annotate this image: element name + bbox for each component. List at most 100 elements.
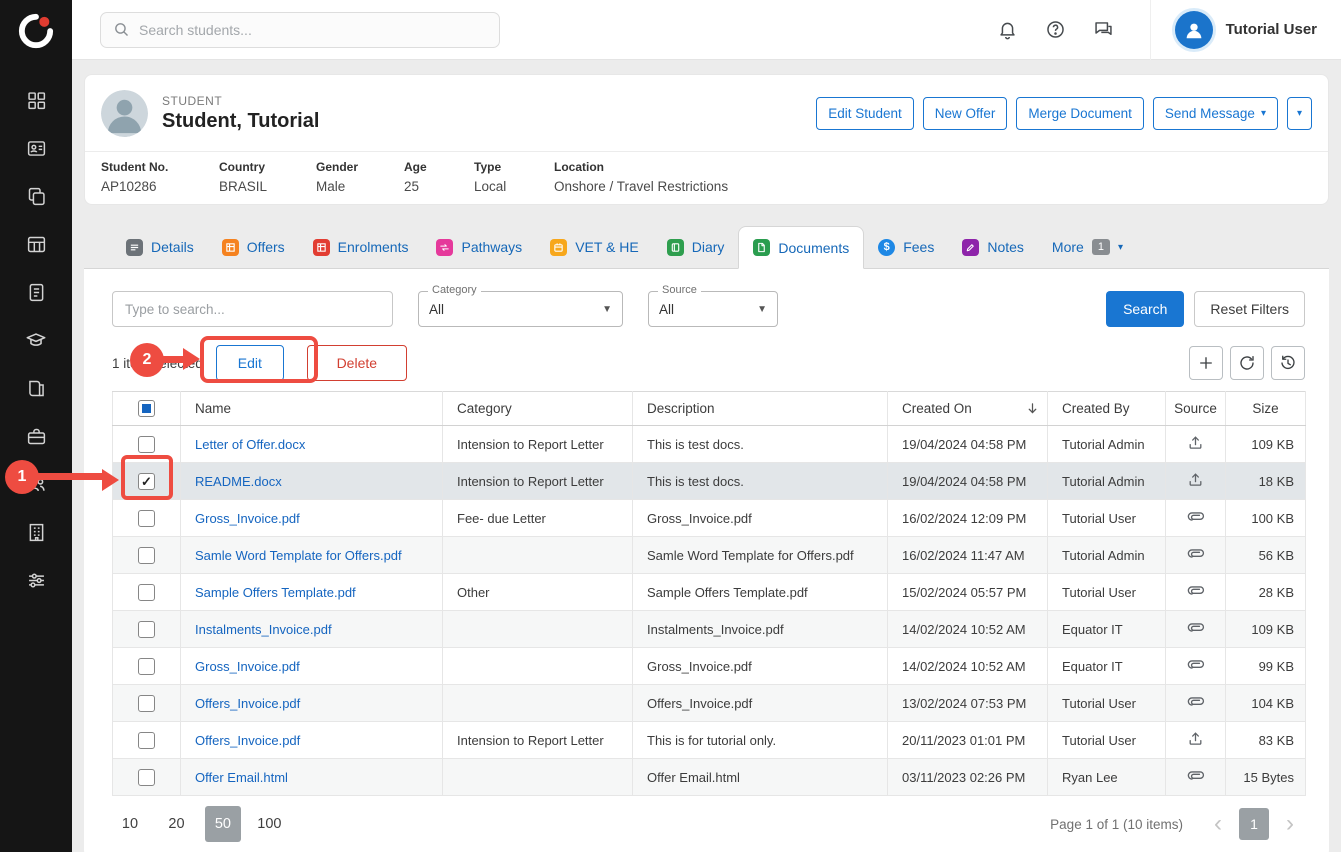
help-button[interactable] [1036, 10, 1076, 50]
cell-category [443, 685, 633, 722]
more-tab-badge: 1 [1092, 239, 1110, 255]
tab-fees[interactable]: $Fees [864, 226, 948, 268]
tab-pathways[interactable]: Pathways [422, 226, 536, 268]
cell-created-by: Equator IT [1048, 648, 1166, 685]
next-page-button[interactable]: › [1275, 808, 1305, 840]
current-page-button[interactable]: 1 [1239, 808, 1269, 840]
cell-category [443, 648, 633, 685]
column-header-created-by[interactable]: Created By [1048, 392, 1166, 426]
send-message-button[interactable]: Send Message▾ [1153, 97, 1278, 130]
refresh-button[interactable] [1230, 346, 1264, 380]
document-link[interactable]: Samle Word Template for Offers.pdf [195, 548, 402, 563]
column-header-name[interactable]: Name [181, 392, 443, 426]
cell-size: 56 KB [1226, 537, 1306, 574]
delete-button[interactable]: Delete [307, 345, 407, 381]
document-link[interactable]: Gross_Invoice.pdf [195, 659, 300, 674]
table-row: Offers_Invoice.pdfOffers_Invoice.pdf13/0… [113, 685, 1306, 722]
document-link[interactable]: README.docx [195, 474, 282, 489]
category-filter-select[interactable]: Category All ▼ [418, 291, 623, 327]
cell-category: Intension to Report Letter [443, 426, 633, 463]
history-button[interactable] [1271, 346, 1305, 380]
attachment-icon [1186, 773, 1205, 788]
row-checkbox[interactable] [138, 732, 155, 749]
previous-page-button[interactable]: ‹ [1203, 808, 1233, 840]
sort-desc-icon[interactable] [1025, 401, 1040, 419]
row-checkbox[interactable] [138, 547, 155, 564]
document-link[interactable]: Sample Offers Template.pdf [195, 585, 356, 600]
row-checkbox[interactable] [138, 695, 155, 712]
page-size-10[interactable]: 10 [112, 806, 148, 842]
dashboard-icon[interactable] [12, 76, 60, 124]
tab-details[interactable]: Details [112, 226, 208, 268]
tab-enrolments[interactable]: Enrolments [299, 226, 423, 268]
enrolments-icon [313, 239, 330, 256]
services-icon[interactable] [12, 412, 60, 460]
table-row: Offers_Invoice.pdfIntension to Report Le… [113, 722, 1306, 759]
plus-icon [1197, 354, 1215, 372]
document-link[interactable]: Letter of Offer.docx [195, 437, 305, 452]
app-logo[interactable] [13, 8, 59, 54]
column-header-created-on[interactable]: Created On [888, 392, 1048, 426]
horizontal-scrollbar[interactable] [0, 852, 1341, 865]
edit-student-button[interactable]: Edit Student [816, 97, 914, 130]
copy-documents-icon[interactable] [12, 172, 60, 220]
agents-icon[interactable] [12, 460, 60, 508]
global-search-input[interactable] [139, 22, 487, 38]
document-link[interactable]: Offer Email.html [195, 770, 288, 785]
tab-documents[interactable]: Documents [738, 226, 864, 269]
messages-button[interactable] [1084, 10, 1124, 50]
courses-icon[interactable] [12, 316, 60, 364]
documents-search-input[interactable] [112, 291, 393, 327]
row-checkbox[interactable] [138, 510, 155, 527]
cell-created-by: Tutorial User [1048, 500, 1166, 537]
column-header-description[interactable]: Description [633, 392, 888, 426]
tab-more[interactable]: More1▾ [1038, 226, 1137, 268]
column-header-source[interactable]: Source [1166, 392, 1226, 426]
source-filter-select[interactable]: Source All ▼ [648, 291, 778, 327]
cell-size: 99 KB [1226, 648, 1306, 685]
tab-notes[interactable]: Notes [948, 226, 1038, 268]
row-checkbox[interactable] [138, 621, 155, 638]
tab-diary[interactable]: Diary [653, 226, 739, 268]
document-link[interactable]: Offers_Invoice.pdf [195, 733, 300, 748]
reset-filters-button[interactable]: Reset Filters [1194, 291, 1305, 327]
user-menu[interactable]: Tutorial User [1150, 0, 1325, 60]
more-actions-button[interactable]: ▾ [1287, 97, 1312, 130]
column-header-size[interactable]: Size [1226, 392, 1306, 426]
row-checkbox[interactable] [138, 658, 155, 675]
cell-size: 109 KB [1226, 426, 1306, 463]
library-icon[interactable] [12, 364, 60, 412]
column-header-category[interactable]: Category [443, 392, 633, 426]
cell-created-by: Equator IT [1048, 611, 1166, 648]
notifications-button[interactable] [988, 10, 1028, 50]
documents-table: Name Category Description Created On Cre… [112, 391, 1306, 796]
edit-button[interactable]: Edit [216, 345, 284, 381]
chevron-down-icon: ▼ [584, 304, 612, 315]
merge-document-button[interactable]: Merge Document [1016, 97, 1144, 130]
student-name: Student, Tutorial [162, 110, 319, 133]
row-checkbox[interactable] [138, 436, 155, 453]
select-all-checkbox[interactable] [138, 400, 155, 417]
global-search[interactable] [100, 12, 500, 48]
tab-offers[interactable]: Offers [208, 226, 299, 268]
document-link[interactable]: Offers_Invoice.pdf [195, 696, 300, 711]
row-checkbox[interactable] [138, 769, 155, 786]
row-checkbox[interactable] [138, 473, 155, 490]
search-button[interactable]: Search [1106, 291, 1184, 327]
document-link[interactable]: Instalments_Invoice.pdf [195, 622, 332, 637]
document-link[interactable]: Gross_Invoice.pdf [195, 511, 300, 526]
upload-icon [1187, 735, 1204, 750]
page-size-100[interactable]: 100 [251, 806, 287, 842]
contacts-icon[interactable] [12, 124, 60, 172]
row-checkbox[interactable] [138, 584, 155, 601]
attachment-icon [1186, 588, 1205, 603]
page-size-50[interactable]: 50 [205, 806, 241, 842]
tables-icon[interactable] [12, 220, 60, 268]
tab-vet-he[interactable]: VET & HE [536, 226, 653, 268]
new-offer-button[interactable]: New Offer [923, 97, 1008, 130]
organisation-icon[interactable] [12, 508, 60, 556]
invoices-icon[interactable] [12, 268, 60, 316]
page-size-20[interactable]: 20 [158, 806, 194, 842]
add-document-button[interactable] [1189, 346, 1223, 380]
settings-sliders-icon[interactable] [12, 556, 60, 604]
